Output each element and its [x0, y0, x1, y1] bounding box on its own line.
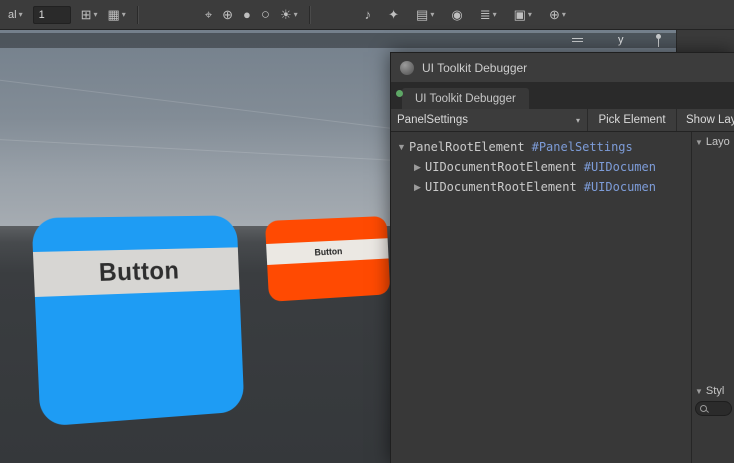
show-layout-button[interactable]: Show Lay: [677, 109, 734, 131]
window-titlebar[interactable]: UI Toolkit Debugger: [391, 53, 734, 83]
lighting-icon: ☀: [280, 8, 292, 21]
ui-toolkit-debugger-window: UI Toolkit Debugger UI Toolkit Debugger …: [390, 52, 734, 463]
orbit-view-button[interactable]: ⌖: [201, 4, 216, 26]
panel-select-value: PanelSettings: [391, 114, 576, 126]
search-icon: [700, 405, 707, 412]
grid-size-button[interactable]: ▦ ▾: [104, 4, 130, 26]
chevron-down-icon: ▾: [493, 11, 497, 19]
world-button-blue-label: Button: [98, 255, 180, 287]
stack-icon: ≣: [480, 8, 491, 21]
element-name: UIDocumentRootElement: [425, 180, 577, 194]
details-pane: ▼ Layo ▼ Styl: [691, 132, 734, 463]
element-name: PanelRootElement: [409, 140, 525, 154]
gizmos-dropdown-button[interactable]: ⊕ ▾: [545, 4, 570, 26]
world-button-orange-face[interactable]: Button: [266, 238, 388, 265]
chevron-down-icon: ▾: [122, 11, 126, 19]
layers-icon: ▤: [416, 8, 428, 21]
pivot-label: al: [8, 9, 17, 21]
layout-foldout[interactable]: ▼ Layo: [692, 132, 734, 148]
world-button-blue-face[interactable]: Button: [33, 247, 240, 297]
overlay-menu-icon[interactable]: [572, 38, 583, 44]
world-button-orange-label: Button: [314, 246, 342, 257]
styles-foldout-label: Styl: [706, 385, 724, 397]
foldout-expanded-icon: ▼: [695, 138, 703, 147]
chevron-down-icon: ▾: [528, 11, 532, 19]
element-name: UIDocumentRootElement: [425, 160, 577, 174]
layout-foldout-label: Layo: [706, 136, 730, 148]
visibility-toggle-button[interactable]: ◉: [447, 4, 466, 26]
audio-icon: ♪: [365, 8, 372, 21]
element-tree: ▼ PanelRootElement #PanelSettings ▶ UIDo…: [391, 132, 691, 463]
element-id: #UIDocumen: [584, 160, 656, 174]
audio-toggle-button[interactable]: ♪: [361, 4, 376, 26]
foldout-collapsed-icon[interactable]: ▶: [412, 162, 423, 173]
pick-element-button[interactable]: Pick Element: [588, 109, 677, 131]
grid-snapping-button[interactable]: ⊞ ▾: [77, 4, 102, 26]
world-button-orange[interactable]: Button: [265, 216, 390, 302]
foldout-collapsed-icon[interactable]: ▶: [412, 182, 423, 193]
gizmos-icon: ⊕: [549, 8, 560, 21]
window-title: UI Toolkit Debugger: [422, 61, 527, 75]
grid-size-icon: ▦: [108, 8, 120, 21]
element-id: #UIDocumen: [584, 180, 656, 194]
chevron-down-icon: ▾: [294, 11, 298, 19]
scene-view-toolbar: al ▾ 1 ⊞ ▾ ▦ ▾ ⌖ ⊕ ● ○ ☀ ▾ ♪ ✦ ▤ ▾ ◉ ≣ ▾: [0, 0, 734, 30]
camera-dropdown-button[interactable]: ▣ ▾: [510, 4, 536, 26]
foldout-expanded-icon: ▼: [695, 387, 703, 396]
orbit-icon: ⌖: [205, 8, 212, 21]
window-icon: [400, 61, 414, 75]
axis-gizmo-icon[interactable]: [652, 34, 664, 47]
stack-dropdown-button[interactable]: ≣ ▾: [476, 4, 501, 26]
sphere-outline-icon: ○: [261, 7, 270, 22]
debugger-content: ▼ PanelRootElement #PanelSettings ▶ UIDo…: [391, 132, 734, 463]
tree-row[interactable]: ▶ UIDocumentRootElement #UIDocumen: [391, 157, 691, 177]
tab-label: UI Toolkit Debugger: [415, 93, 516, 105]
grid-snap-icon: ⊞: [81, 8, 92, 21]
pivot-dropdown[interactable]: al ▾: [4, 4, 27, 26]
camera-icon: ▣: [514, 8, 526, 21]
debugger-toolbar: PanelSettings ▾ Pick Element Show Lay: [391, 109, 734, 132]
effects-button[interactable]: ✦: [384, 4, 403, 26]
tab-ui-toolkit-debugger[interactable]: UI Toolkit Debugger: [402, 88, 529, 109]
toolbar-separator: [137, 6, 139, 24]
sphere-filled-icon: ●: [243, 8, 251, 21]
chevron-down-icon: ▾: [19, 11, 23, 19]
tree-row[interactable]: ▶ UIDocumentRootElement #UIDocumen: [391, 177, 691, 197]
status-dot: [396, 90, 403, 97]
lighting-toggle-button[interactable]: ☀ ▾: [276, 4, 302, 26]
wireframe-mode-button[interactable]: ○: [257, 4, 274, 26]
element-id: #PanelSettings: [532, 140, 633, 154]
styles-search-input[interactable]: [695, 401, 732, 416]
panel-select-dropdown[interactable]: PanelSettings ▾: [391, 109, 588, 131]
styles-section: ▼ Styl: [692, 381, 734, 416]
chevron-down-icon: ▾: [576, 116, 580, 125]
layers-dropdown-button[interactable]: ▤ ▾: [412, 4, 438, 26]
scene-overlay-bar: y: [0, 33, 676, 48]
styles-foldout[interactable]: ▼ Styl: [692, 381, 734, 397]
axis-y-label: y: [618, 34, 624, 46]
chevron-down-icon: ▾: [562, 11, 566, 19]
foldout-expanded-icon[interactable]: ▼: [396, 142, 407, 152]
chevron-down-icon: ▾: [93, 11, 97, 19]
tab-strip: UI Toolkit Debugger: [391, 83, 734, 109]
skybox-toggle-button[interactable]: ⊕: [218, 4, 237, 26]
tree-row[interactable]: ▼ PanelRootElement #PanelSettings: [391, 137, 691, 157]
toolbar-separator: [309, 6, 311, 24]
effects-icon: ✦: [388, 8, 399, 21]
globe-icon: ⊕: [222, 8, 233, 21]
visibility-icon: ◉: [451, 8, 462, 21]
shaded-mode-button[interactable]: ●: [239, 4, 255, 26]
snap-increment-field[interactable]: 1: [33, 6, 71, 24]
world-button-blue[interactable]: Button: [31, 215, 244, 426]
chevron-down-icon: ▾: [430, 11, 434, 19]
